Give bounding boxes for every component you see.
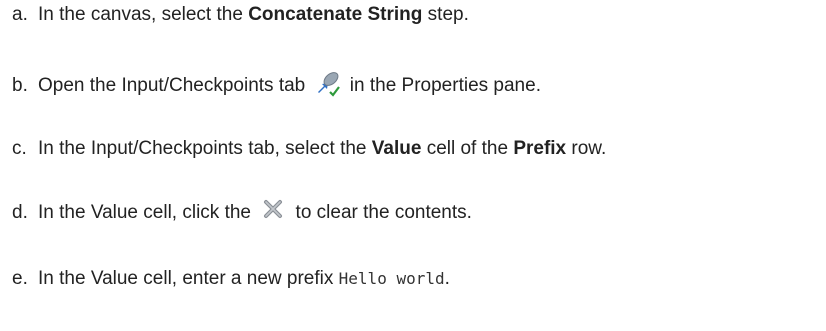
step-b: b. Open the Input/Checkpoints tab in the…	[12, 68, 541, 104]
concatenate-string-label: Concatenate String	[248, 4, 423, 25]
step-e: e. In the Value cell, enter a new prefix…	[12, 268, 450, 290]
step-text-part: cell of the	[421, 138, 514, 159]
step-text-part: In the Input/Checkpoints tab, select the	[38, 138, 372, 159]
clear-x-icon	[260, 198, 286, 228]
step-a: a. In the canvas, select the Concatenate…	[12, 4, 469, 26]
step-text-part: step.	[422, 4, 469, 25]
step-marker: b.	[12, 75, 28, 96]
step-text-tail: in the Properties pane.	[344, 75, 541, 96]
step-marker: c.	[12, 138, 27, 159]
prefix-label: Prefix	[513, 138, 567, 159]
value-label: Value	[371, 138, 422, 159]
step-marker: a.	[12, 4, 28, 25]
step-text-part: .	[444, 268, 450, 289]
step-marker: d.	[12, 202, 28, 223]
step-text: Open the Input/Checkpoints tab	[38, 75, 311, 97]
step-text: In the Value cell, click the	[38, 202, 256, 224]
step-text-part: In the Value cell, click the	[38, 202, 257, 223]
step-text: In the Input/Checkpoints tab, select the…	[38, 138, 606, 160]
step-text: In the canvas, select the Concatenate St…	[38, 4, 469, 26]
step-text: In the Value cell, enter a new prefix He…	[38, 268, 450, 290]
step-c: c. In the Input/Checkpoints tab, select …	[12, 138, 606, 160]
hello-world-code: Hello world	[338, 269, 445, 288]
step-text-part: row.	[566, 138, 607, 159]
step-marker: e.	[12, 268, 28, 289]
step-text-part: In the canvas, select the	[38, 4, 249, 25]
step-text-part: In the Value cell, enter a new prefix	[38, 268, 339, 289]
input-checkpoints-tab-icon	[315, 68, 341, 104]
step-text-part: Open the Input/Checkpoints tab	[38, 75, 311, 96]
step-d: d. In the Value cell, click the to clear…	[12, 198, 472, 228]
step-text-tail: to clear the contents.	[290, 202, 472, 223]
